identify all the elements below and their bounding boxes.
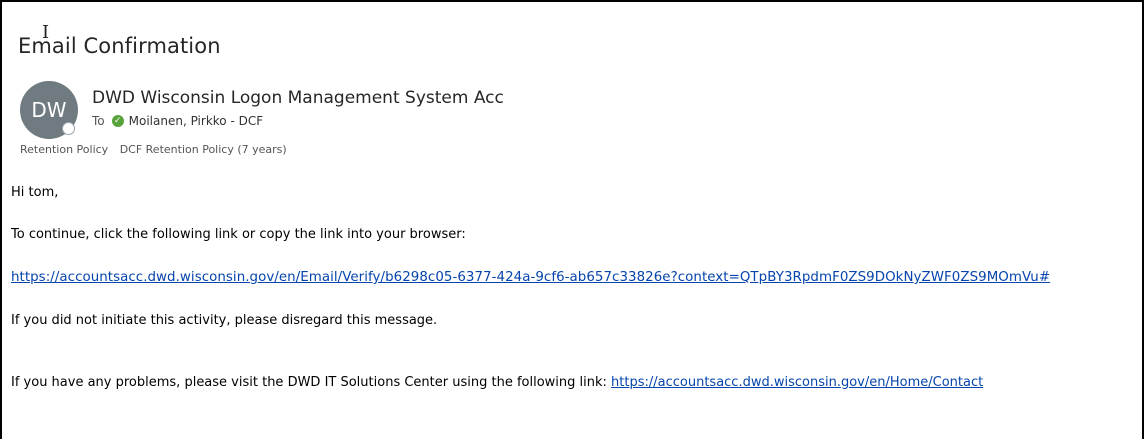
avatar-initials: DW: [31, 98, 67, 122]
to-label: To: [92, 114, 105, 128]
verify-link-line: https://accountsacc.dwd.wisconsin.gov/en…: [11, 270, 1050, 285]
disregard-text: If you did not initiate this activity, p…: [11, 313, 438, 328]
greeting: Hi tom,: [11, 185, 59, 200]
instruction-text: To continue, click the following link or…: [11, 227, 466, 242]
problems-line: If you have any problems, please visit t…: [11, 375, 983, 390]
retention-label: Retention Policy: [20, 143, 109, 156]
retention-policy: Retention Policy DCF Retention Policy (7…: [20, 143, 287, 156]
email-reading-pane: Email Confirmation I DW DWD Wisconsin Lo…: [0, 0, 1144, 439]
text-cursor-icon: I: [42, 22, 50, 43]
recipient-name[interactable]: Moilanen, Pirkko - DCF: [129, 114, 263, 128]
verify-link[interactable]: https://accountsacc.dwd.wisconsin.gov/en…: [11, 270, 1050, 285]
recipient-row: To ✓ Moilanen, Pirkko - DCF: [92, 114, 263, 128]
presence-status-icon: [62, 122, 75, 135]
problems-text: If you have any problems, please visit t…: [11, 375, 612, 390]
retention-value: DCF Retention Policy (7 years): [119, 143, 287, 156]
sender-name[interactable]: DWD Wisconsin Logon Management System Ac…: [92, 88, 504, 108]
check-circle-icon: ✓: [111, 115, 124, 127]
contact-link[interactable]: https://accountsacc.dwd.wisconsin.gov/en…: [611, 375, 983, 390]
